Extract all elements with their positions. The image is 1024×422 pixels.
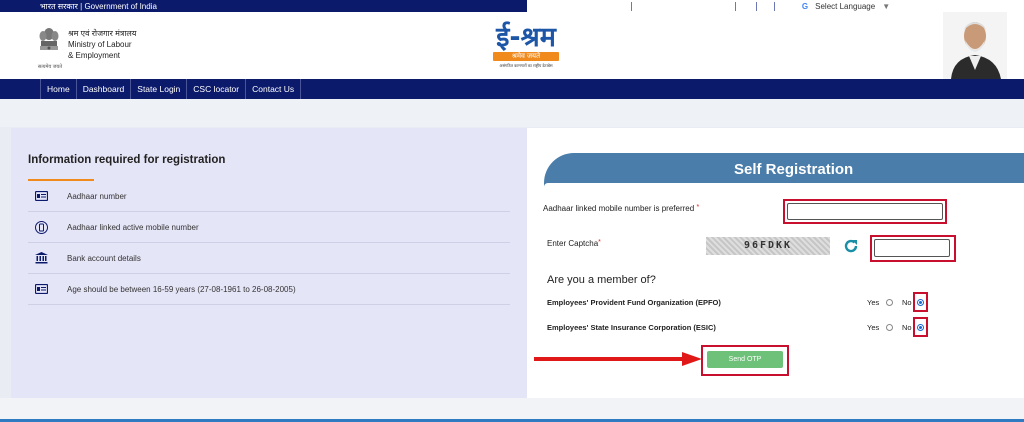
nav-home[interactable]: Home [40,79,77,99]
nav-contact-us[interactable]: Contact Us [246,79,302,99]
info-item-age: Age should be between 16-59 years (27-08… [28,274,510,305]
eshram-logo-title: ई-श्रम [496,22,556,53]
font-increase-button[interactable]: A+ [779,2,793,11]
esic-no-label: No [902,323,912,332]
info-item-label: Age should be between 16-59 years (27-08… [67,284,296,294]
captcha-label: Enter Captcha* [547,239,601,248]
font-decrease-button[interactable]: A- [740,2,752,11]
site-header: सत्यमेव जयते श्रम एवं रोजगार मंत्रालय Mi… [0,12,1024,79]
registration-banner: Self Registration [544,153,1024,187]
ministry-name-line1: Ministry of Labour [68,40,132,49]
screen-reader-link[interactable]: 👁 Screen Reader Access [527,2,627,11]
government-label: भारत सरकार | Government of India [40,2,157,11]
info-item-bank: Bank account details [28,243,510,274]
info-title: Information required for registration [28,154,226,166]
info-item-aadhaar: Aadhaar number [28,181,510,212]
registration-title: Self Registration [734,161,854,178]
divider [755,1,757,11]
nav-dashboard[interactable]: Dashboard [77,79,132,99]
main-navigation: Home Dashboard State Login CSC locator C… [0,79,1024,99]
id-card-icon [34,189,48,203]
font-normal-button[interactable]: A [761,2,770,11]
info-item-mobile: Aadhaar linked active mobile number [28,212,510,243]
epfo-label: Employees' Provident Fund Organization (… [547,298,721,307]
emblem-caption: सत्यमेव जयते [37,64,63,70]
eshram-logo-tagline: असंगठित कामगारों का राष्ट्रीय डेटाबेस [499,63,553,68]
refresh-captcha-icon[interactable] [843,238,859,254]
esic-label: Employees' State Insurance Corporation (… [547,323,716,332]
epfo-yes-radio[interactable] [886,299,893,306]
id-card-icon [34,282,48,296]
pointer-arrow-icon [534,352,702,366]
national-emblem-icon [39,28,59,50]
divider [734,1,736,11]
highlight-box [913,317,928,337]
ministry-name[interactable]: श्रम एवं रोजगार मंत्रालय Ministry of Lab… [68,28,136,61]
footer-strip [0,398,1024,422]
membership-question: Are you a member of? [547,274,656,286]
epfo-no-label: No [902,298,912,307]
chevron-down-icon: ▼ [882,1,891,11]
skip-to-content-link[interactable]: ▶▶ Skip to main content [636,2,731,11]
accessibility-controls: 👁 Screen Reader Access ▶▶ Skip to main co… [527,0,1024,12]
esic-yes-radio[interactable] [886,324,893,331]
info-item-label: Aadhaar number [67,191,127,201]
mobile-number-input[interactable] [787,203,943,220]
leader-portrait-image [943,12,1007,79]
info-item-label: Aadhaar linked active mobile number [67,222,199,232]
registration-info-panel: Information required for registration Aa… [11,128,527,398]
captcha-input[interactable] [874,239,950,257]
eshram-logo-band: श्रमेव जयते [493,52,559,61]
send-otp-button[interactable]: Send OTP [707,351,783,368]
language-select[interactable]: G Select Language ▼ [796,0,896,12]
captcha-image: 96FDKK [706,237,830,255]
divider [630,1,632,11]
ministry-name-line2: & Employment [68,51,121,60]
highlight-box [913,292,928,312]
mobile-label: Aadhaar linked mobile number is preferre… [543,204,700,213]
spacer-band [0,99,1024,127]
top-utility-bar: भारत सरकार | Government of India 👁 Screen… [0,0,1024,12]
bank-icon [34,251,48,265]
google-icon: G [801,1,809,11]
divider [773,1,775,11]
ministry-name-hindi: श्रम एवं रोजगार मंत्रालय [68,29,137,38]
epfo-yes-label: Yes [867,298,880,307]
esic-yes-label: Yes [867,323,880,332]
nav-state-login[interactable]: State Login [131,79,188,99]
mobile-icon [34,220,48,234]
eshram-logo[interactable]: ई-श्रम श्रमेव जयते असंगठित कामगारों का र… [488,24,564,76]
info-item-label: Bank account details [67,253,141,263]
nav-csc-locator[interactable]: CSC locator [187,79,247,99]
